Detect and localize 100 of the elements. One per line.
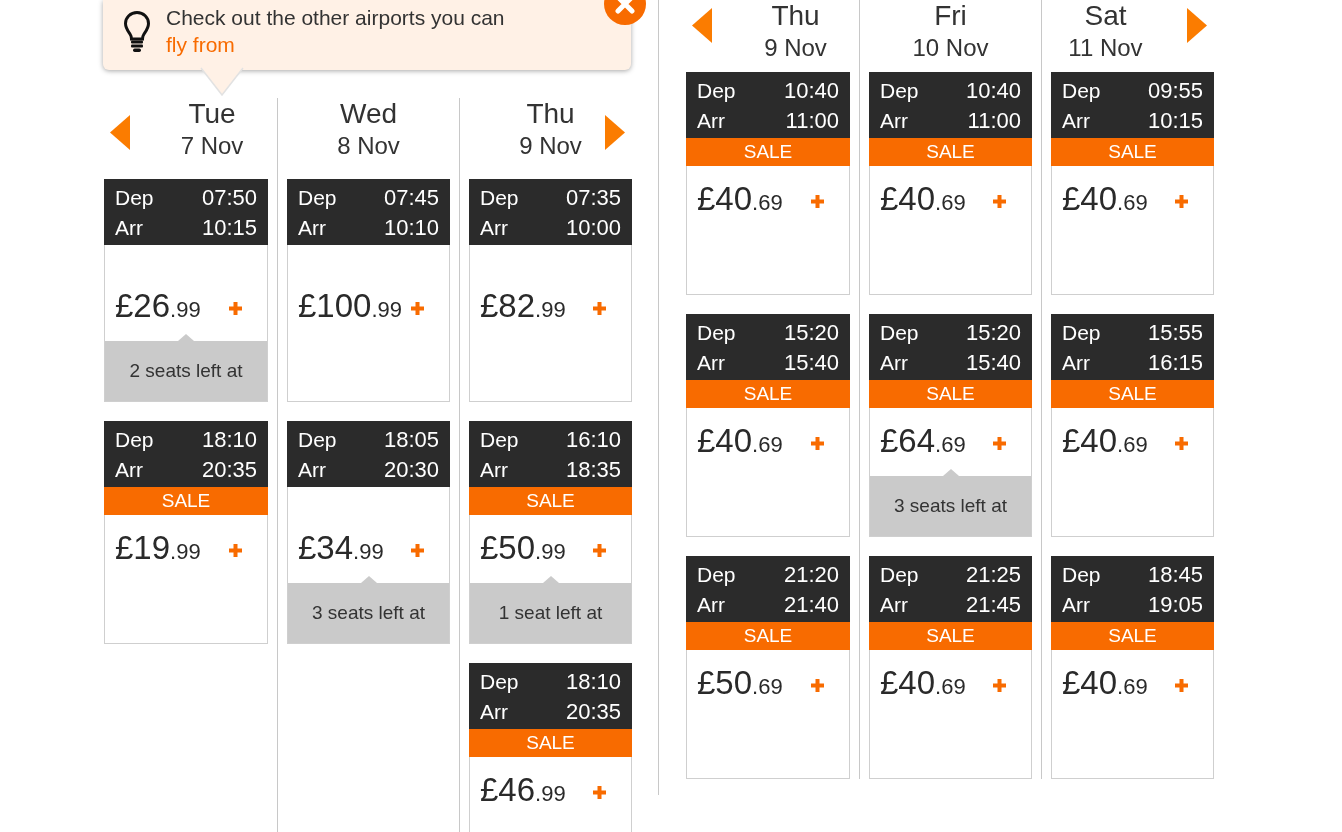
dep-label: Dep [880, 320, 919, 346]
sale-banner: SALE [869, 622, 1032, 650]
price-text: £19.99 [115, 530, 201, 568]
day-name: Wed [339, 98, 398, 130]
dep-time: 15:55 [1147, 320, 1203, 347]
flight-card[interactable]: Dep 21:20 Arr 21:40 SALE £50.69 [686, 556, 850, 779]
lightbulb-icon [122, 10, 152, 52]
price-text: £26.99 [115, 288, 201, 326]
arr-label: Arr [115, 457, 143, 483]
arr-label: Arr [880, 108, 908, 134]
flight-card[interactable]: Dep 15:20 Arr 15:40 SALE £40.69 [686, 314, 850, 537]
plus-icon[interactable] [229, 301, 242, 315]
flight-card[interactable]: Dep 15:20 Arr 15:40 SALE £64.69 3 seats left at [869, 314, 1032, 537]
plus-icon[interactable] [411, 543, 424, 557]
flight-card[interactable]: Dep 18:10 Arr 20:35 SALE £46.99 [469, 663, 632, 832]
flight-card[interactable]: Dep 10:40 Arr 11:00 SALE £40.69 [686, 72, 850, 295]
sale-banner: SALE [686, 622, 850, 650]
dep-label: Dep [880, 78, 919, 104]
dep-label: Dep [298, 185, 337, 211]
dep-label: Dep [697, 562, 736, 588]
previous-arrow-icon[interactable] [110, 115, 130, 150]
dep-time: 18:45 [1147, 562, 1203, 589]
day-name: Sat [1084, 0, 1127, 32]
tip-text: Check out the other airports you can fly from [166, 5, 506, 58]
dep-label: Dep [1062, 78, 1101, 104]
price-text: £40.69 [880, 665, 966, 703]
flight-card[interactable]: Dep 07:50 Arr 10:15 £26.99 2 seats left at [104, 179, 268, 402]
flight-card[interactable]: Dep 16:10 Arr 18:35 SALE £50.99 1 seat left at [469, 421, 632, 644]
sale-banner: SALE [869, 380, 1032, 408]
day-name: Fri [934, 0, 967, 32]
dep-label: Dep [298, 427, 337, 453]
day-date: 11 Nov [1068, 33, 1143, 63]
plus-icon[interactable] [811, 678, 824, 692]
arr-time: 10:15 [201, 215, 257, 242]
plus-icon[interactable] [993, 678, 1006, 692]
plus-icon[interactable] [811, 194, 824, 208]
price-text: £82.99 [480, 288, 566, 326]
plus-icon[interactable] [1175, 678, 1188, 692]
sale-banner: SALE [686, 380, 850, 408]
flight-card[interactable]: Dep 15:55 Arr 16:15 SALE £40.69 [1051, 314, 1214, 537]
sale-banner: SALE [469, 729, 632, 757]
sale-banner: SALE [469, 487, 632, 515]
previous-arrow-icon[interactable] [692, 8, 712, 43]
arr-label: Arr [298, 215, 326, 241]
sale-banner: SALE [869, 138, 1032, 166]
sale-banner: SALE [686, 138, 850, 166]
arr-label: Arr [1062, 592, 1090, 618]
price-text: £40.69 [697, 181, 783, 219]
arr-time: 10:00 [565, 215, 621, 242]
arr-label: Arr [1062, 350, 1090, 376]
arr-time: 20:35 [565, 699, 621, 726]
flight-card[interactable]: Dep 21:25 Arr 21:45 SALE £40.69 [869, 556, 1032, 779]
plus-icon[interactable] [229, 543, 242, 557]
sale-banner: SALE [1051, 380, 1214, 408]
day-date: 9 Nov [764, 33, 827, 63]
price-text: £40.69 [880, 181, 966, 219]
plus-icon[interactable] [593, 785, 606, 799]
dep-time: 10:40 [965, 78, 1021, 105]
plus-icon[interactable] [811, 436, 824, 450]
arr-time: 15:40 [965, 350, 1021, 377]
plus-icon[interactable] [1175, 436, 1188, 450]
dep-label: Dep [1062, 320, 1101, 346]
dep-time: 21:25 [965, 562, 1021, 589]
plus-icon[interactable] [593, 543, 606, 557]
dep-label: Dep [697, 320, 736, 346]
dep-label: Dep [880, 562, 919, 588]
arr-label: Arr [880, 592, 908, 618]
arr-time: 20:35 [201, 457, 257, 484]
flight-card[interactable]: Dep 18:45 Arr 19:05 SALE £40.69 [1051, 556, 1214, 779]
flight-card[interactable]: Dep 07:45 Arr 10:10 £100.99 [287, 179, 450, 402]
arr-time: 21:40 [783, 592, 839, 619]
dep-time: 21:20 [783, 562, 839, 589]
sale-banner: SALE [1051, 138, 1214, 166]
plus-icon[interactable] [993, 436, 1006, 450]
flight-card[interactable]: Dep 07:35 Arr 10:00 £82.99 [469, 179, 632, 402]
next-arrow-icon[interactable] [605, 115, 625, 150]
dep-label: Dep [697, 78, 736, 104]
price-text: £100.99 [298, 288, 402, 326]
dep-time: 15:20 [783, 320, 839, 347]
dep-label: Dep [115, 427, 154, 453]
flight-card[interactable]: Dep 10:40 Arr 11:00 SALE £40.69 [869, 72, 1032, 295]
flight-card[interactable]: Dep 09:55 Arr 10:15 SALE £40.69 [1051, 72, 1214, 295]
price-text: £40.69 [697, 423, 783, 461]
arr-time: 10:10 [383, 215, 439, 242]
next-arrow-icon[interactable] [1187, 8, 1207, 43]
flight-card[interactable]: Dep 18:05 Arr 20:30 £34.99 3 seats left at [287, 421, 450, 644]
plus-icon[interactable] [993, 194, 1006, 208]
dep-label: Dep [480, 427, 519, 453]
seats-left-note: 2 seats left at [105, 334, 267, 401]
arr-time: 10:15 [1147, 108, 1203, 135]
flight-card[interactable]: Dep 18:10 Arr 20:35 SALE £19.99 [104, 421, 268, 644]
plus-icon[interactable] [411, 301, 424, 315]
plus-icon[interactable] [593, 301, 606, 315]
plus-icon[interactable] [1175, 194, 1188, 208]
arr-time: 20:30 [383, 457, 439, 484]
dep-time: 15:20 [965, 320, 1021, 347]
arr-label: Arr [880, 350, 908, 376]
dep-time: 07:50 [201, 185, 257, 212]
arr-time: 15:40 [783, 350, 839, 377]
arr-label: Arr [480, 215, 508, 241]
